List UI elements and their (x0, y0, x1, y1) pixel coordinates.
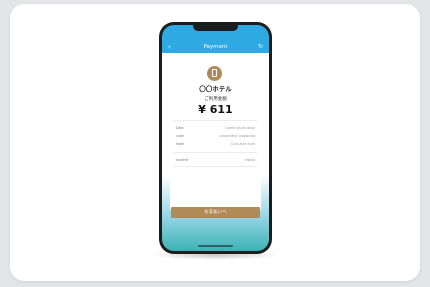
detail-row: code consectetur adipiscing (176, 134, 255, 139)
hotel-name: 〇〇ホテル (199, 85, 232, 93)
phone-notch (193, 25, 238, 31)
divider (174, 152, 257, 153)
app-header: ‹ Payment ↻ (162, 41, 269, 53)
detail-row: hotel Duis aute irure (176, 142, 255, 147)
pay-button[interactable]: お支払いへ (171, 207, 260, 218)
refresh-icon[interactable]: ↻ (258, 41, 263, 53)
detail-key: Date (176, 126, 184, 130)
summary-row: student repeat (176, 158, 255, 163)
detail-row: Date Lorem ipsum dolor (176, 126, 255, 131)
phone-screen: ‹ Payment ↻ 〇〇ホテル ご利用金額 ¥ 611 Date Lorem… (162, 25, 269, 251)
summary-key: student (176, 158, 189, 162)
amount-label: ご利用金額 (204, 97, 227, 102)
detail-key: hotel (176, 142, 185, 146)
payment-card: 〇〇ホテル ご利用金額 ¥ 611 Date Lorem ipsum dolor… (170, 60, 261, 210)
detail-key: code (176, 134, 184, 138)
home-indicator (198, 245, 233, 247)
detail-value: Duis aute irure (231, 142, 255, 146)
summary-value: repeat (244, 158, 255, 162)
detail-value: Lorem ipsum dolor (225, 126, 255, 130)
detail-value: consectetur adipiscing (218, 134, 255, 138)
building-icon (212, 69, 217, 77)
hotel-logo (207, 66, 222, 81)
divider (174, 120, 257, 121)
divider (174, 166, 257, 167)
chevron-left-icon[interactable]: ‹ (168, 41, 171, 53)
header-title: Payment (203, 44, 228, 50)
amount-value: ¥ 611 (198, 103, 233, 116)
phone-mockup: ‹ Payment ↻ 〇〇ホテル ご利用金額 ¥ 611 Date Lorem… (159, 22, 272, 254)
